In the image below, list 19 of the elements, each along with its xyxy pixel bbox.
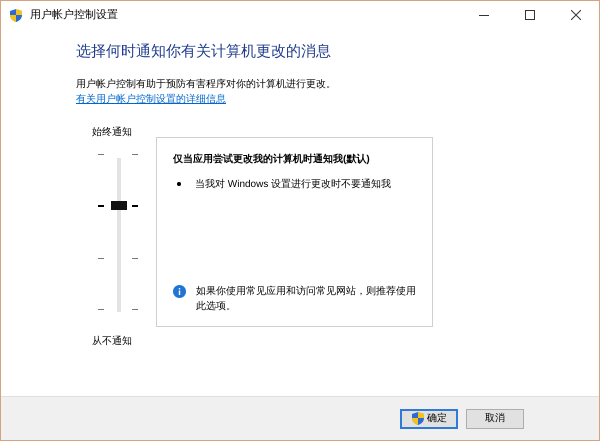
- info-text: 如果你使用常见应用和访问常见网站，则推荐使用此选项。: [196, 284, 416, 314]
- info-icon: [173, 284, 186, 298]
- description-text: 用户帐户控制有助于预防有害程序对你的计算机进行更改。: [76, 78, 337, 92]
- panel-title: 仅当应用尝试更改我的计算机时通知我(默认): [173, 152, 371, 166]
- details-link[interactable]: 有关用户帐户控制设置的详细信息: [76, 92, 226, 106]
- close-icon: [571, 10, 581, 20]
- ok-button[interactable]: 确定: [400, 408, 458, 428]
- slider-top-label: 始终通知: [92, 126, 132, 140]
- bullet-icon: [177, 182, 181, 186]
- minimize-icon: [479, 14, 489, 16]
- maximize-icon: [525, 10, 535, 20]
- page-heading: 选择何时通知你有关计算机更改的消息: [76, 42, 332, 62]
- shield-icon: [411, 411, 425, 426]
- shield-icon: [9, 8, 23, 22]
- cancel-button[interactable]: 取消: [466, 408, 524, 428]
- slider-thumb[interactable]: [111, 201, 127, 210]
- window-title: 用户帐户控制设置: [30, 8, 118, 23]
- bullet-text: 当我对 Windows 设置进行更改时不要通知我: [195, 178, 392, 192]
- slider-bottom-label: 从不通知: [92, 334, 132, 348]
